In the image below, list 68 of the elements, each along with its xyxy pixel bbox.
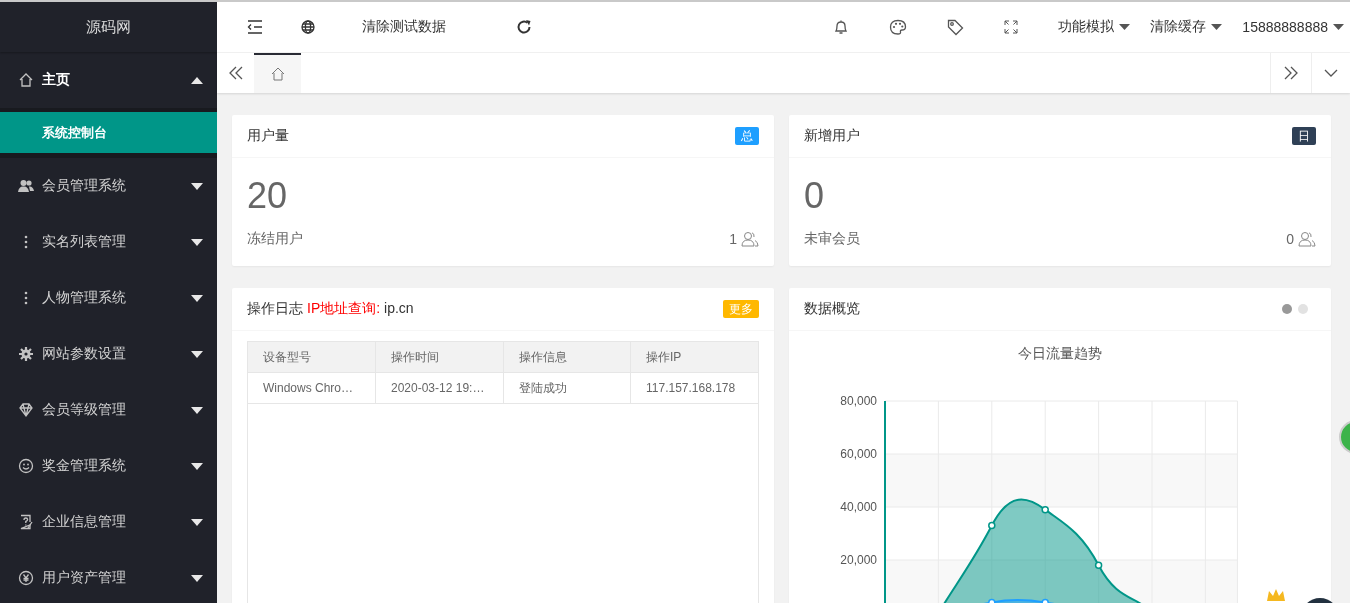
caret-down-icon	[1119, 24, 1131, 30]
column-header: 操作时间	[375, 342, 503, 373]
sidebar-item[interactable]: 会员管理系统	[0, 158, 217, 214]
tag-icon[interactable]	[947, 18, 965, 36]
sidebar-item[interactable]: 用户资产管理	[0, 550, 217, 603]
ip-lookup-link[interactable]: IP地址查询: ip.cn	[307, 300, 414, 318]
card-title: 数据概览	[804, 300, 860, 318]
gear-icon	[18, 346, 34, 362]
refresh-icon[interactable]	[516, 19, 532, 35]
stat-label: 未审会员	[804, 230, 860, 248]
users-outline-icon	[1298, 231, 1316, 247]
stat-label: 冻结用户	[247, 230, 303, 248]
globe-icon[interactable]	[301, 20, 315, 34]
y-tick-label: 60,000	[840, 447, 877, 461]
dropdown-menu[interactable]: 清除缓存	[1150, 18, 1223, 36]
table-cell: 登陆成功	[503, 372, 631, 404]
y-tick-label: 20,000	[840, 553, 877, 567]
sidebar-item[interactable]: 人物管理系统	[0, 270, 217, 326]
column-header: 操作IP	[630, 342, 758, 373]
table-cell: Windows Chro…	[248, 372, 376, 404]
sidebar-item[interactable]: 网站参数设置	[0, 326, 217, 382]
table-cell: 117.157.168.178	[630, 372, 758, 404]
sidebar-item[interactable]: 会员等级管理	[0, 382, 217, 438]
bell-icon[interactable]	[833, 19, 850, 35]
home-icon	[18, 72, 34, 88]
caret-down-icon	[1211, 24, 1223, 30]
table-cell: 2020-03-12 19:…	[375, 372, 503, 404]
document-icon	[18, 514, 34, 530]
chart-title: 今日流量趋势	[1017, 345, 1102, 361]
diamond-icon	[18, 402, 34, 418]
sidebar-subitem[interactable]: 系统控制台	[0, 112, 217, 153]
smiley-icon	[18, 458, 34, 474]
column-header: 操作信息	[503, 342, 631, 373]
card-title: 操作日志	[247, 300, 303, 318]
fullscreen-icon[interactable]	[1004, 20, 1019, 34]
logo-text: 源码网	[0, 2, 217, 52]
users-outline-icon	[741, 231, 759, 247]
stat-value: 20	[247, 174, 289, 218]
stat-count: 0	[1286, 231, 1294, 247]
double-right-icon	[1284, 66, 1298, 80]
card-title: 用户量	[247, 127, 289, 145]
data-point	[988, 521, 996, 530]
dropdown-menu[interactable]: 功能模拟	[1058, 18, 1131, 36]
home-icon	[269, 66, 286, 82]
sidebar-item[interactable]: 企业信息管理	[0, 494, 217, 550]
stat-count: 1	[729, 231, 737, 247]
caret-down-icon	[1333, 24, 1344, 30]
menu-fold-icon[interactable]	[247, 20, 263, 34]
badge: 总	[735, 127, 759, 145]
sidebar-item[interactable]: 实名列表管理	[0, 214, 217, 270]
users-icon	[18, 178, 34, 194]
stat-value: 0	[804, 174, 826, 218]
badge: 日	[1292, 127, 1316, 145]
sidebar-item[interactable]: 奖金管理系统	[0, 438, 217, 494]
palette-icon[interactable]	[889, 19, 908, 35]
carousel-indicator[interactable]	[1282, 304, 1292, 314]
clear-test-data-link[interactable]: 清除测试数据	[362, 18, 446, 36]
y-tick-label: 40,000	[840, 500, 877, 514]
y-tick-label: 80,000	[840, 394, 877, 408]
chevron-down-icon	[1324, 69, 1338, 77]
yen-icon	[18, 570, 34, 586]
card-title: 新增用户	[804, 127, 860, 145]
double-left-icon[interactable]	[229, 66, 243, 80]
dropdown-menu[interactable]: 15888888888	[1242, 19, 1344, 35]
column-header: 设备型号	[248, 342, 376, 373]
home-tab[interactable]	[254, 53, 301, 93]
sidebar-item[interactable]: 主页	[0, 52, 217, 108]
crown-icon	[1266, 588, 1286, 602]
